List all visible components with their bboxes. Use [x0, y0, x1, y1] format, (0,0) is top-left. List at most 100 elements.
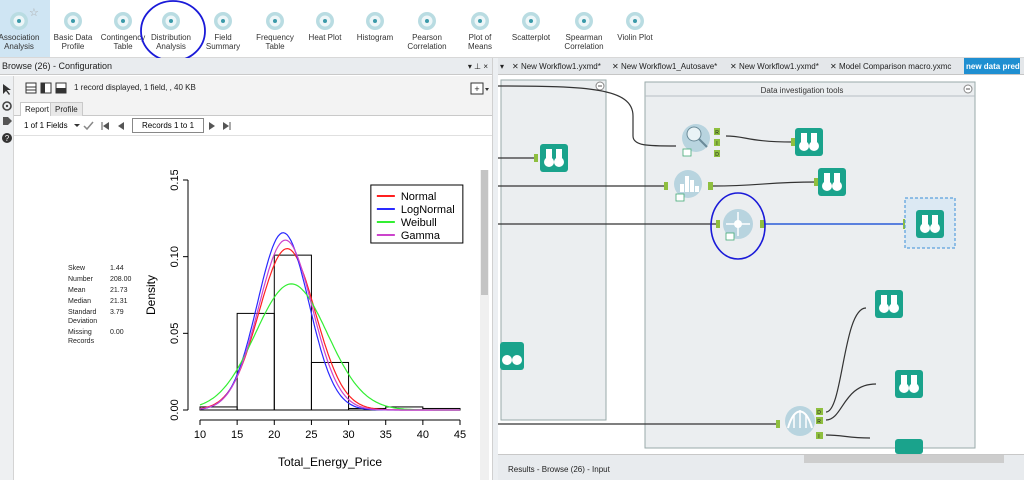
records-range-field[interactable]: Records 1 to 1: [132, 118, 204, 133]
histogram-bar: [273, 254, 312, 411]
dropdown-chevron-icon[interactable]: [74, 124, 80, 127]
svg-text:R: R: [817, 419, 821, 425]
tool-palette-ribbon: Association Analysis Basic Data Profile Co…: [0, 0, 1024, 62]
y-tick-label: 0.05: [169, 323, 181, 344]
heat-plot-icon: [316, 12, 334, 30]
svg-text:?: ?: [5, 134, 10, 143]
results-label: Results - Browse (26) - Input: [508, 465, 610, 474]
browse-tool-node[interactable]: [540, 144, 568, 172]
svg-text:D: D: [817, 410, 821, 416]
workflow-tab[interactable]: ✕ New Workflow1.yxmd*: [510, 58, 601, 74]
distribution-chart: 10 15 20 25 30 35 40 45 0.00 0.05 0.10 0.15 Total_En…: [144, 170, 466, 469]
report-tabs: Report Profile: [14, 100, 492, 116]
configuration-panel-title: Browse (26) - Configuration: [2, 61, 113, 71]
help-icon[interactable]: ?: [2, 133, 12, 143]
x-tick-label: 40: [417, 429, 429, 441]
legend-label: Weibull: [401, 217, 437, 229]
x-tick-label: 35: [380, 429, 392, 441]
next-record-icon[interactable]: [209, 122, 215, 130]
close-tab-icon[interactable]: ✕: [612, 62, 621, 71]
density-curve-weibull: [199, 283, 460, 411]
pearson-correlation-icon: [418, 12, 436, 30]
browse-tool-node[interactable]: [895, 439, 923, 454]
tab-report[interactable]: Report: [20, 102, 55, 116]
stat-row-standard-deviation: Standard Deviation 3.79: [68, 309, 124, 325]
association-analysis-icon: [10, 12, 28, 30]
workflow-tab[interactable]: ✕ New Workflow1_Autosave*: [610, 58, 717, 74]
pointer-icon[interactable]: [3, 84, 11, 95]
report-vertical-scrollbar[interactable]: [480, 170, 489, 480]
star-icon[interactable]: ☆: [29, 6, 39, 19]
canvas-horizontal-scrollbar[interactable]: [804, 455, 1004, 463]
browse-tool-node[interactable]: [500, 342, 524, 370]
results-bar: Results - Browse (26) - Input: [498, 454, 1024, 480]
input-anchor[interactable]: [716, 220, 720, 228]
x-tick-label: 10: [194, 429, 206, 441]
legend-label: Normal: [401, 191, 436, 203]
svg-text:I: I: [818, 434, 819, 440]
tag-icon[interactable]: [3, 117, 12, 125]
tool-violin-plot[interactable]: Violin Plot: [604, 11, 666, 42]
y-axis-label: Density: [144, 275, 158, 315]
collapse-container-icon[interactable]: [595, 81, 605, 91]
basic-data-profile-icon: [64, 12, 82, 30]
tab-profile[interactable]: Profile: [50, 102, 83, 116]
workflow-canvas[interactable]: Data investigation tools R I D D R I: [498, 76, 1024, 454]
stat-row-mean: Mean 21.73: [68, 287, 128, 294]
svg-text:D: D: [715, 152, 719, 158]
x-tick-label: 15: [231, 429, 243, 441]
input-anchor[interactable]: [534, 154, 538, 162]
legend-label: LogNormal: [401, 204, 455, 216]
browse-tool-node[interactable]: [818, 168, 846, 196]
legend-label: Gamma: [401, 230, 441, 242]
input-anchor[interactable]: [814, 178, 818, 186]
y-tick-label: 0.00: [169, 399, 181, 420]
last-record-icon[interactable]: [223, 122, 231, 130]
scrollbar-thumb[interactable]: [481, 170, 488, 295]
browse-tool-node-selected[interactable]: [916, 210, 944, 238]
tool-label: Violin Plot: [617, 33, 653, 42]
browse-tool-node[interactable]: [875, 290, 903, 318]
stat-row-skew: Skew 1.44: [68, 265, 124, 272]
browse-toolbar: 1 record displayed, 1 field, , 40 KB +: [14, 76, 492, 100]
workflow-tab[interactable]: ✕ New Workflow1.yxmd*: [728, 58, 819, 74]
horizontal-view-icon[interactable]: [55, 82, 67, 94]
split-view-icon[interactable]: [40, 82, 52, 94]
input-anchor[interactable]: [776, 420, 780, 428]
scatterplot-icon: [522, 12, 540, 30]
association-matrix-node[interactable]: [785, 406, 815, 436]
summary-statistics: Skew 1.44 Number 208.00 Mean 21.73 Median 21…: [68, 264, 138, 346]
browse-tool-node[interactable]: [795, 128, 823, 156]
density-curve-lognormal: [199, 232, 460, 411]
panel-pin-controls[interactable]: ▾ ⊥ ×: [468, 58, 488, 75]
workflow-tabs: ▾ ✕ New Workflow1.yxmd* ✕ New Workflow1_Au…: [498, 58, 1024, 75]
grid-view-icon[interactable]: [25, 82, 37, 94]
browse-tool-node[interactable]: [895, 370, 923, 398]
workflow-tab[interactable]: new data pred: [964, 58, 1020, 74]
first-record-icon[interactable]: [101, 122, 109, 130]
checkmark-icon[interactable]: [83, 121, 94, 131]
x-tick-label: 30: [342, 429, 354, 441]
fields-selector[interactable]: 1 of 1 Fields: [24, 121, 68, 130]
close-tab-icon[interactable]: ✕: [730, 62, 739, 71]
gear-icon[interactable]: [2, 101, 12, 111]
tab-list-dropdown-icon[interactable]: ▾: [498, 58, 504, 74]
workflow-tab[interactable]: ✕ Model Comparison macro.yxmc: [828, 58, 951, 74]
input-anchor[interactable]: [791, 138, 795, 146]
svg-text:I: I: [716, 141, 717, 147]
y-tick-label: 0.15: [169, 170, 181, 191]
histogram-icon: [366, 12, 384, 30]
x-axis-label: Total_Energy_Price: [278, 455, 382, 469]
svg-text:R: R: [715, 130, 719, 136]
field-navigation-bar: 1 of 1 Fields Records 1 to 1: [14, 116, 492, 136]
close-tab-icon[interactable]: ✕: [512, 62, 521, 71]
add-view-icon[interactable]: +: [470, 82, 489, 95]
close-tab-icon[interactable]: ✕: [830, 62, 839, 71]
output-anchor[interactable]: [708, 182, 713, 190]
previous-record-icon[interactable]: [118, 122, 124, 130]
record-status-text: 1 record displayed, 1 field, , 40 KB: [74, 83, 196, 92]
collapse-data-investigation-icon[interactable]: [963, 84, 973, 94]
violin-plot-icon: [626, 12, 644, 30]
stat-row-number: Number 208.00: [68, 276, 132, 283]
input-anchor[interactable]: [664, 182, 668, 190]
